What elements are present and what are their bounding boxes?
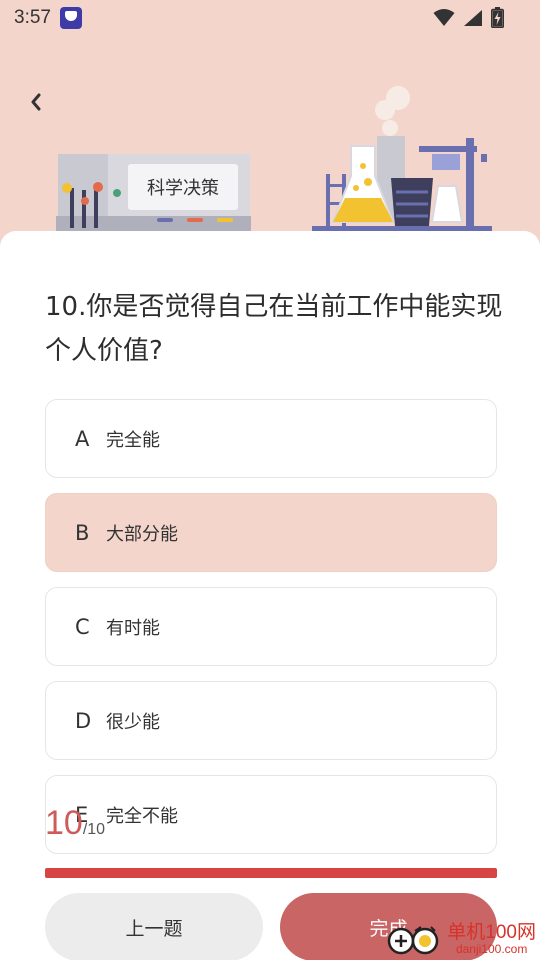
wifi-icon <box>433 8 455 26</box>
lab-illustration <box>312 86 492 232</box>
battery-charging-icon <box>491 7 504 28</box>
progress-counter: 10/10 <box>45 804 105 843</box>
status-icons <box>433 7 504 28</box>
progress-bar <box>45 868 497 878</box>
site-watermark: 单机100网 danji100.com <box>387 923 536 956</box>
option-b[interactable]: B 大部分能 <box>45 493 497 572</box>
option-label: 很少能 <box>106 711 160 733</box>
previous-question-button[interactable]: 上一题 <box>45 893 263 960</box>
progress-current: 10 <box>45 804 83 842</box>
watermark-logo-icon <box>388 925 439 954</box>
option-label: 大部分能 <box>106 523 178 545</box>
header-illustration: 科学决策 <box>56 86 492 234</box>
option-label: 有时能 <box>106 617 160 639</box>
option-letter: C <box>75 614 90 639</box>
option-letter: A <box>75 426 90 451</box>
app-notification-icon <box>59 7 82 29</box>
signal-icon <box>464 9 482 26</box>
progress-bar-fill <box>45 868 497 878</box>
watermark-url: danji100.com <box>455 942 528 956</box>
option-label: 完全能 <box>106 429 160 451</box>
panel-sign-text: 科学决策 <box>147 178 219 199</box>
option-letter: D <box>75 708 92 733</box>
option-e[interactable]: E 完全不能 <box>45 775 497 854</box>
question-text: 10.你是否觉得自己在当前工作中能实现个人价值? <box>45 292 503 366</box>
option-c[interactable]: C 有时能 <box>45 587 497 666</box>
progress-total: /10 <box>82 821 106 838</box>
option-d[interactable]: D 很少能 <box>45 681 497 760</box>
option-a[interactable]: A 完全能 <box>45 399 497 478</box>
option-letter: B <box>75 520 90 545</box>
status-time: 3:57 <box>14 7 51 28</box>
status-bar: 3:57 <box>0 0 540 36</box>
watermark-title: 单机100网 <box>447 922 536 943</box>
option-label: 完全不能 <box>106 805 178 827</box>
